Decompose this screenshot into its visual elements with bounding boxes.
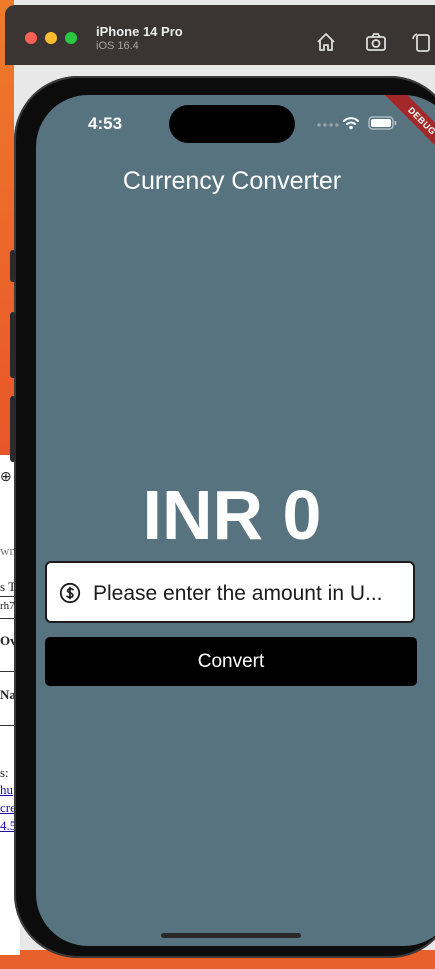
mute-switch [10, 250, 16, 282]
simulator-device-name: iPhone 14 Pro [96, 24, 183, 39]
usd-amount-placeholder: Please enter the amount in U... [93, 582, 383, 605]
convert-button[interactable]: Convert [45, 637, 417, 686]
doc-bullet-icon: ⊕ [0, 470, 12, 485]
volume-up-button [10, 312, 16, 378]
doc-fragment: s: [0, 765, 9, 780]
doc-fragment: rh7 [0, 600, 15, 612]
home-indicator[interactable] [161, 933, 301, 938]
dynamic-island [169, 105, 295, 143]
close-window-button[interactable] [25, 32, 37, 44]
rotate-icon[interactable] [411, 31, 433, 53]
simulator-title-bar: iPhone 14 Pro iOS 16.4 [5, 5, 435, 65]
home-icon[interactable] [315, 31, 337, 53]
status-time: 4:53 [88, 114, 123, 133]
zoom-window-button[interactable] [65, 32, 77, 44]
app-bar-title: Currency Converter [122, 167, 342, 195]
debug-banner: DEBUG [366, 95, 435, 177]
desktop-wallpaper [0, 0, 14, 460]
doc-link[interactable]: hu [0, 782, 13, 798]
volume-down-button [10, 396, 16, 462]
app-screen: 4:53 DEBUG Currency Converter INR 0 Plea… [36, 95, 435, 946]
converted-amount-text: INR 0 [142, 476, 322, 554]
screenshot-icon[interactable] [365, 31, 387, 53]
minimize-window-button[interactable] [45, 32, 57, 44]
dollar-circle-icon [59, 582, 81, 604]
usd-amount-input[interactable]: Please enter the amount in U... [45, 561, 415, 623]
simulator-os-version: iOS 16.4 [96, 40, 139, 52]
